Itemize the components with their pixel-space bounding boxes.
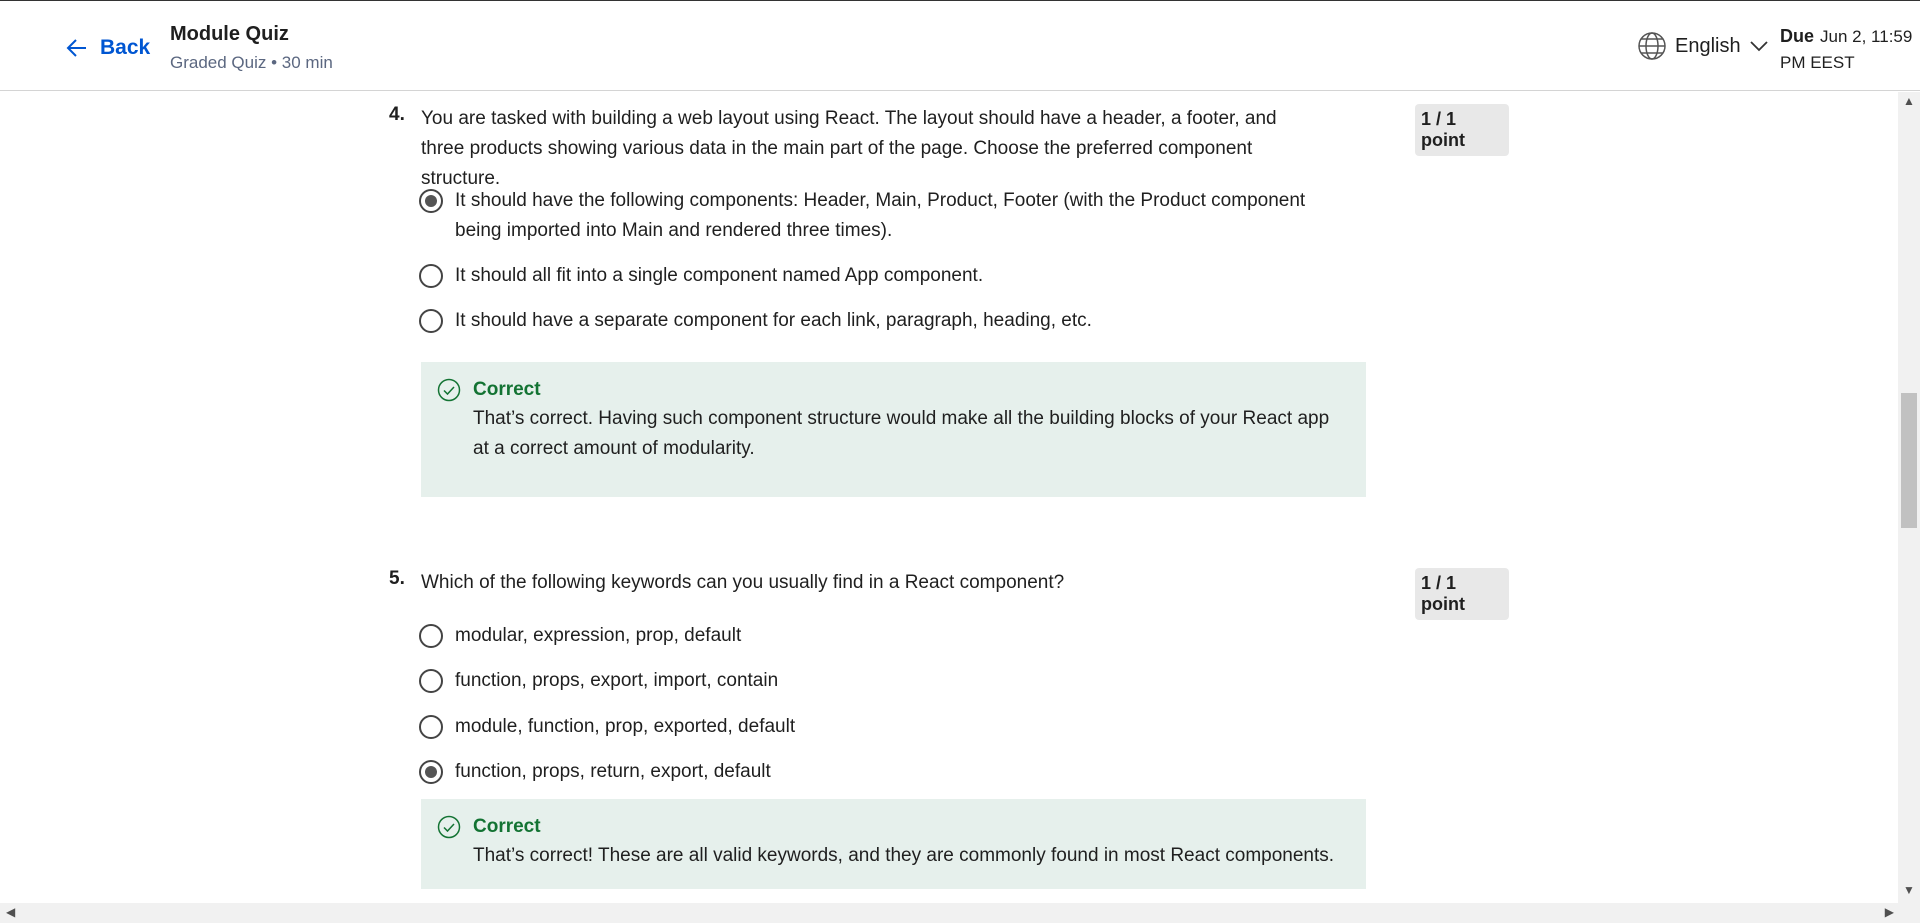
feedback-box: Correct That’s correct! These are all va… (421, 799, 1366, 889)
vertical-scroll-thumb[interactable] (1901, 393, 1917, 528)
radio-button[interactable] (419, 760, 443, 784)
option-label: modular, expression, prop, default (455, 625, 742, 646)
option-label: It should have a separate component for … (455, 310, 1092, 331)
back-button[interactable]: Back (64, 33, 150, 63)
question-4: 4. You are tasked with building a web la… (389, 104, 1509, 497)
check-circle-icon (437, 378, 461, 402)
due-date: Due Jun 2, 11:59 PM EEST (1780, 23, 1915, 76)
question-number: 5. (389, 568, 405, 589)
scroll-right-icon[interactable]: ▶ (1885, 905, 1894, 919)
scroll-left-icon[interactable]: ◀ (6, 905, 15, 919)
quiz-header: Back Module Quiz Graded Quiz • 30 min En… (0, 1, 1920, 91)
chevron-down-icon (1749, 41, 1768, 52)
question-text: Which of the following keywords can you … (421, 572, 1065, 593)
radio-button[interactable] (419, 264, 443, 288)
quiz-title-block: Module Quiz Graded Quiz • 30 min (170, 23, 333, 73)
back-label: Back (100, 36, 151, 59)
option-radio[interactable]: function, props, return, export, default (419, 757, 1315, 787)
horizontal-scrollbar[interactable]: ◀ ▶ (0, 903, 1920, 923)
option-radio[interactable]: modular, expression, prop, default (419, 621, 1315, 651)
arrow-left-icon (66, 39, 86, 57)
option-label: It should all fit into a single componen… (455, 265, 984, 286)
option-label: module, function, prop, exported, defaul… (455, 716, 796, 737)
option-radio[interactable]: function, props, export, import, contain (419, 666, 1315, 696)
option-radio[interactable]: It should all fit into a single componen… (419, 261, 1315, 291)
radio-button[interactable] (419, 669, 443, 693)
question-5: 5. Which of the following keywords can y… (389, 568, 1509, 903)
question-number: 4. (389, 104, 405, 125)
page-title: Module Quiz (170, 23, 289, 45)
radio-button[interactable] (419, 189, 443, 213)
scroll-up-icon[interactable]: ▲ (1898, 94, 1920, 112)
points-badge: 1 / 1 point (1415, 104, 1509, 156)
feedback-text: That’s correct! These are all valid keyw… (473, 845, 1335, 866)
radio-button[interactable] (419, 624, 443, 648)
page-subtitle: Graded Quiz • 30 min (170, 53, 333, 72)
vertical-scrollbar[interactable]: ▲ ▼ (1898, 92, 1920, 903)
language-label: English (1675, 34, 1741, 57)
option-label: function, props, return, export, default (455, 761, 771, 782)
scroll-down-icon[interactable]: ▼ (1898, 883, 1920, 901)
check-circle-icon (437, 815, 461, 839)
option-label: It should have the following components:… (455, 190, 1306, 241)
quiz-content: 4. You are tasked with building a web la… (0, 92, 1898, 903)
option-radio[interactable]: module, function, prop, exported, defaul… (419, 712, 1315, 742)
feedback-title: Correct (473, 379, 541, 400)
feedback-text: That’s correct. Having such component st… (473, 408, 1330, 459)
points-badge: 1 / 1 point (1415, 568, 1509, 620)
radio-button[interactable] (419, 309, 443, 333)
question-text: You are tasked with building a web layou… (421, 108, 1277, 189)
option-radio[interactable]: It should have the following components:… (419, 186, 1315, 246)
feedback-box: Correct That’s correct. Having such comp… (421, 362, 1366, 497)
due-label: Due (1780, 26, 1815, 46)
feedback-title: Correct (473, 816, 541, 837)
option-label: function, props, export, import, contain (455, 670, 779, 691)
language-selector[interactable]: English (1637, 31, 1769, 61)
option-radio[interactable]: It should have a separate component for … (419, 306, 1315, 336)
globe-icon (1638, 32, 1666, 60)
radio-button[interactable] (419, 715, 443, 739)
